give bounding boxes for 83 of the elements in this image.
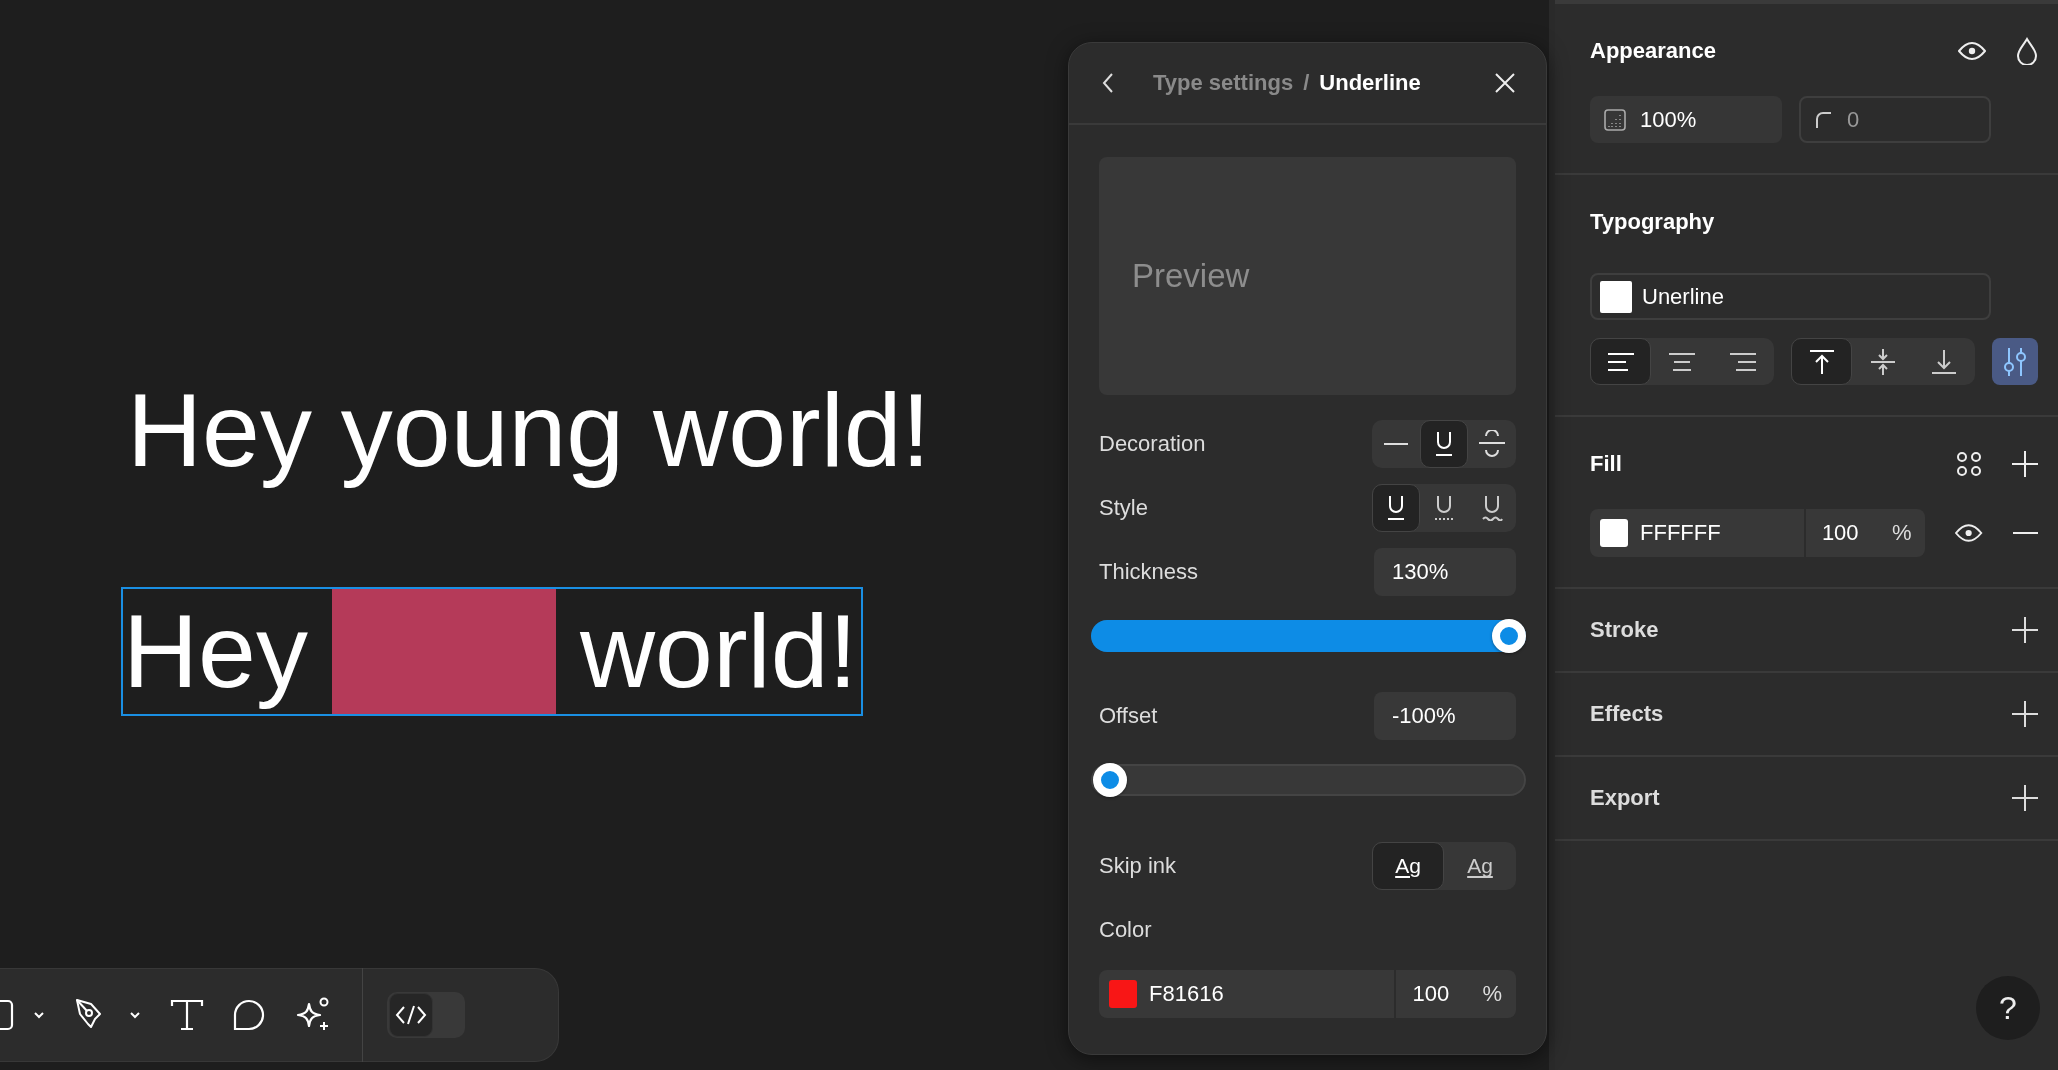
skip-ink-option[interactable]: Ag xyxy=(1444,842,1516,890)
align-option[interactable] xyxy=(1590,338,1652,385)
font-field[interactable]: Unerline xyxy=(1590,273,1991,320)
percent-unit: % xyxy=(1482,981,1502,1007)
speech-bubble-icon[interactable] xyxy=(232,999,266,1031)
sliders-icon xyxy=(2002,346,2028,377)
section-title: Typography xyxy=(1590,209,1715,235)
styles-grid-icon[interactable] xyxy=(1956,451,1982,477)
canvas-text: world! xyxy=(579,591,858,711)
offset-slider[interactable] xyxy=(1091,764,1526,796)
plus-icon[interactable] xyxy=(2012,451,2038,477)
color-field[interactable]: F81616 100 % xyxy=(1099,970,1516,1018)
color-swatch[interactable] xyxy=(1600,519,1628,547)
text-tool-icon[interactable] xyxy=(170,999,204,1031)
breadcrumb-separator: / xyxy=(1303,70,1310,96)
eye-icon[interactable] xyxy=(1958,41,1986,61)
strikethrough-icon xyxy=(1478,430,1506,458)
code-icon xyxy=(395,1004,427,1026)
opacity-value: 100 xyxy=(1412,981,1451,1007)
decoration-option[interactable] xyxy=(1420,420,1468,468)
plus-icon[interactable] xyxy=(2012,785,2038,811)
opacity-field[interactable]: 100% xyxy=(1590,96,1782,143)
opacity-value: 100 xyxy=(1821,520,1860,546)
underline-style-option[interactable] xyxy=(1372,484,1420,532)
percent-unit: % xyxy=(1891,520,1912,546)
section-title: Stroke xyxy=(1590,617,1659,643)
wavy-underline-icon xyxy=(1481,495,1503,521)
drop-icon[interactable] xyxy=(2016,37,2038,65)
style-label: Style xyxy=(1099,495,1148,521)
decoration-label: Decoration xyxy=(1099,431,1206,457)
preview-text: Preview xyxy=(1132,257,1250,295)
breadcrumb-link[interactable]: Type settings xyxy=(1153,70,1294,96)
dotted-underline-icon xyxy=(1433,495,1455,521)
solid-underline-icon xyxy=(1385,495,1407,521)
thickness-slider[interactable] xyxy=(1091,620,1526,652)
corner-radius-field[interactable]: 0 xyxy=(1799,96,1991,143)
slider-thumb[interactable] xyxy=(1093,763,1127,797)
breadcrumb-current: Underline xyxy=(1319,70,1421,96)
align-left-icon xyxy=(1606,351,1635,372)
align-option[interactable] xyxy=(1791,338,1853,385)
dev-mode-toggle[interactable] xyxy=(387,992,465,1038)
font-name: Unerline xyxy=(1642,283,1724,310)
slider-thumb[interactable] xyxy=(1492,619,1526,653)
canvas-text: Hey xyxy=(123,591,308,711)
thickness-label: Thickness xyxy=(1099,559,1199,585)
caret-icon[interactable] xyxy=(128,1010,142,1020)
color-swatch[interactable] xyxy=(1109,980,1137,1008)
underline-icon xyxy=(1433,431,1455,457)
type-settings-button[interactable] xyxy=(1992,338,2038,385)
thickness-input[interactable]: 130% xyxy=(1374,548,1516,596)
section-title: Export xyxy=(1590,785,1660,811)
align-center-icon xyxy=(1668,351,1696,372)
minus-icon[interactable] xyxy=(2012,531,2038,535)
text-selection-frame[interactable]: Hey world! xyxy=(121,586,864,716)
hex-value: FFFFFF xyxy=(1640,520,1722,546)
font-swatch xyxy=(1600,280,1632,313)
corner-radius-value: 0 xyxy=(1847,106,1860,133)
back-icon[interactable] xyxy=(1101,72,1115,94)
eye-icon[interactable] xyxy=(1955,523,1983,543)
skip-ink-option[interactable]: Ag xyxy=(1372,842,1444,890)
opacity-value: 100% xyxy=(1640,106,1697,133)
plus-icon[interactable] xyxy=(2012,701,2038,727)
caret-icon[interactable] xyxy=(32,1010,46,1020)
canvas-text: Hey young world! xyxy=(126,371,932,490)
align-right-icon xyxy=(1729,351,1758,372)
dash-icon xyxy=(1383,442,1409,446)
offset-input[interactable]: -100% xyxy=(1374,692,1516,740)
plus-icon[interactable] xyxy=(2012,617,2038,643)
section-title: Fill xyxy=(1590,451,1622,477)
section-title: Appearance xyxy=(1590,38,1716,64)
section-title: Effects xyxy=(1590,701,1664,727)
skip-ink-label: Skip ink xyxy=(1099,853,1177,879)
align-bottom-icon xyxy=(1930,348,1959,375)
align-middle-icon xyxy=(1869,347,1897,376)
opacity-icon xyxy=(1604,108,1626,131)
hex-value: F81616 xyxy=(1149,981,1225,1007)
corner-radius-icon xyxy=(1815,110,1833,129)
offset-label: Offset xyxy=(1099,703,1158,729)
fill-color-field[interactable]: FFFFFF 100 % xyxy=(1590,509,1926,557)
close-icon[interactable] xyxy=(1494,72,1516,94)
help-button[interactable]: ? xyxy=(1976,976,2040,1040)
align-top-icon xyxy=(1807,348,1836,375)
color-label: Color xyxy=(1099,917,1152,943)
